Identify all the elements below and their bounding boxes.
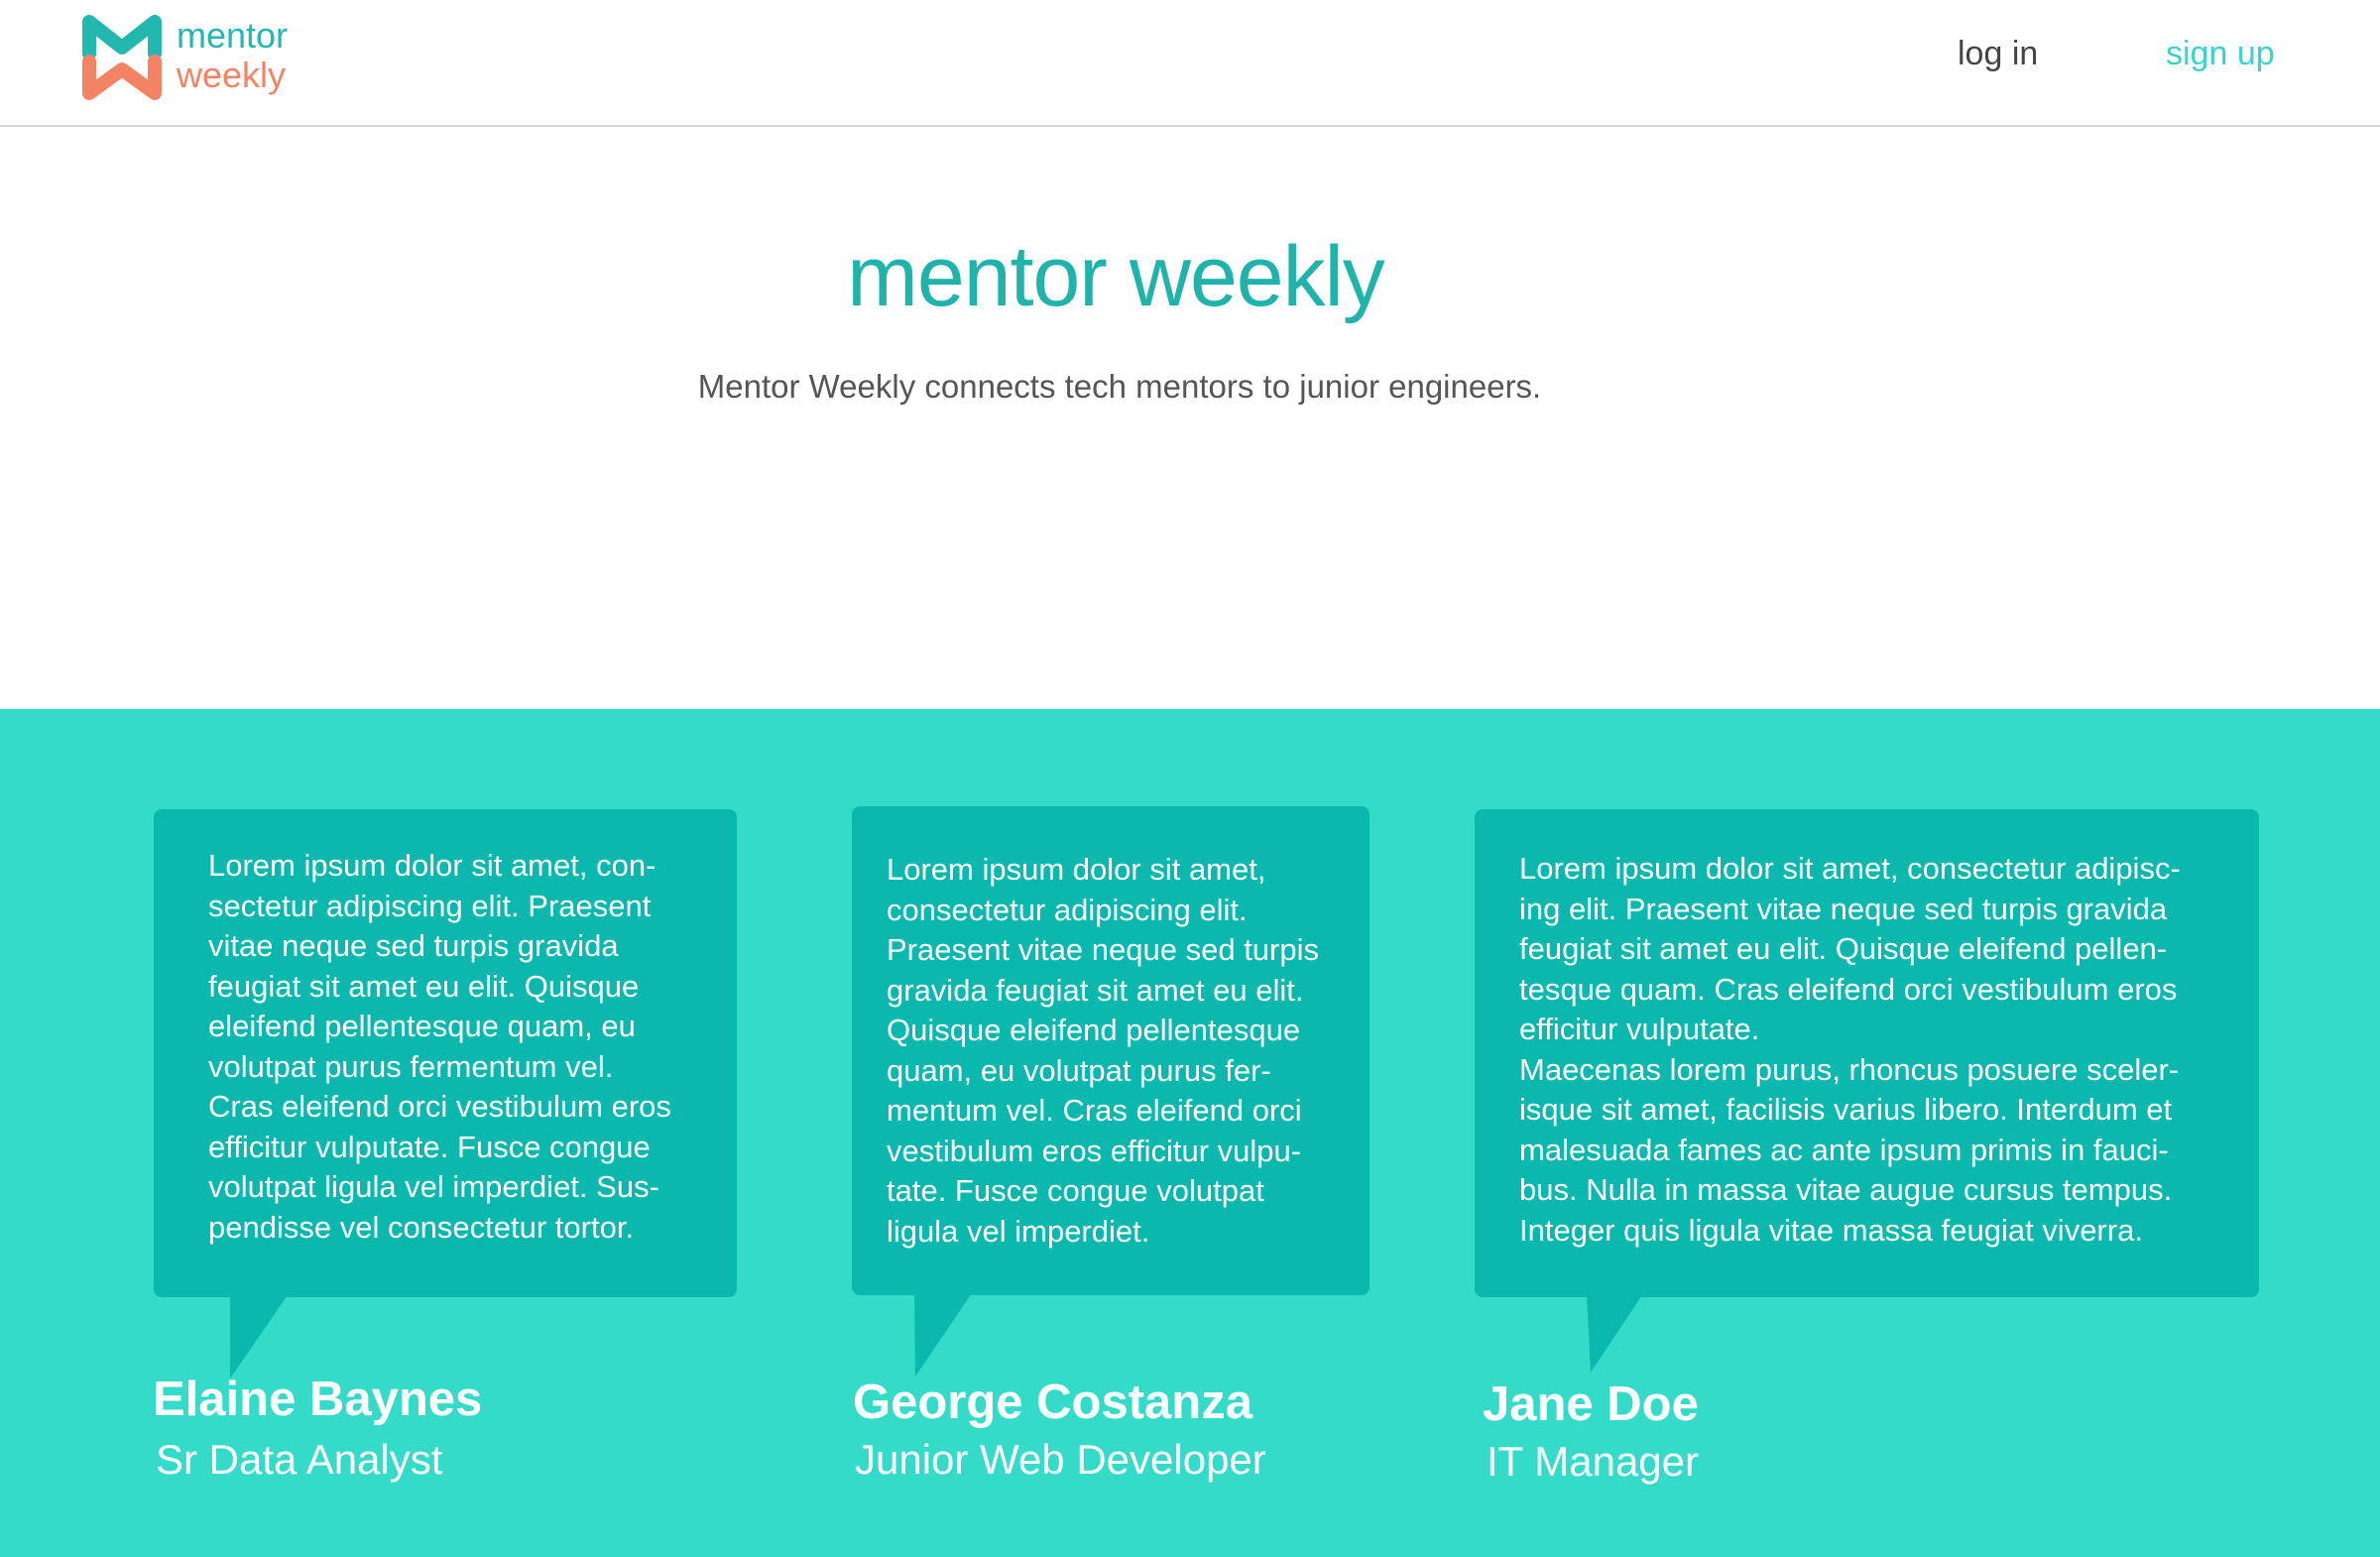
testimonial-quote-3: Lorem ipsum dolor sit amet, consectetur … [1519, 851, 2181, 1248]
testimonial-quote-2: Lorem ipsum dolor sit amet, consectetur … [887, 852, 1319, 1249]
top-header: mentor weekly log in sign up [0, 0, 2380, 127]
logo-home-link[interactable]: mentor weekly [81, 12, 288, 101]
hero-subtitle: Mentor Weekly connects tech mentors to j… [697, 368, 1542, 405]
hero-title: mentor weekly [847, 229, 1384, 324]
mentor-weekly-mw-logo-icon [82, 15, 162, 100]
testimonial-name-2: George Costanza [853, 1376, 1252, 1429]
testimonial-name-3: Jane Doe [1483, 1377, 1699, 1431]
testimonial-bubble-3: Lorem ipsum dolor sit amet, consectetur … [1475, 809, 2259, 1297]
logo-text-line2: weekly [177, 55, 287, 95]
page: mentor weekly log in sign up mentor week… [0, 0, 2380, 1557]
signup-link[interactable]: sign up [2166, 30, 2275, 77]
login-link[interactable]: log in [1958, 30, 2038, 77]
testimonial-name-1: Elaine Baynes [153, 1373, 483, 1426]
testimonial-role-1: Sr Data Analyst [156, 1436, 443, 1483]
testimonial-quote-1: Lorem ipsum dolor sit amet, con- sectetu… [208, 848, 671, 1245]
testimonial-role-3: IT Manager [1487, 1438, 1699, 1485]
testimonial-role-2: Junior Web Developer [855, 1436, 1266, 1483]
testimonial-bubble-1: Lorem ipsum dolor sit amet, con- sectetu… [154, 809, 737, 1297]
testimonial-bubble-2: Lorem ipsum dolor sit amet, consectetur … [852, 806, 1369, 1295]
logo-wordmark: mentor weekly [177, 16, 288, 95]
logo-text-line1: mentor [177, 15, 289, 56]
